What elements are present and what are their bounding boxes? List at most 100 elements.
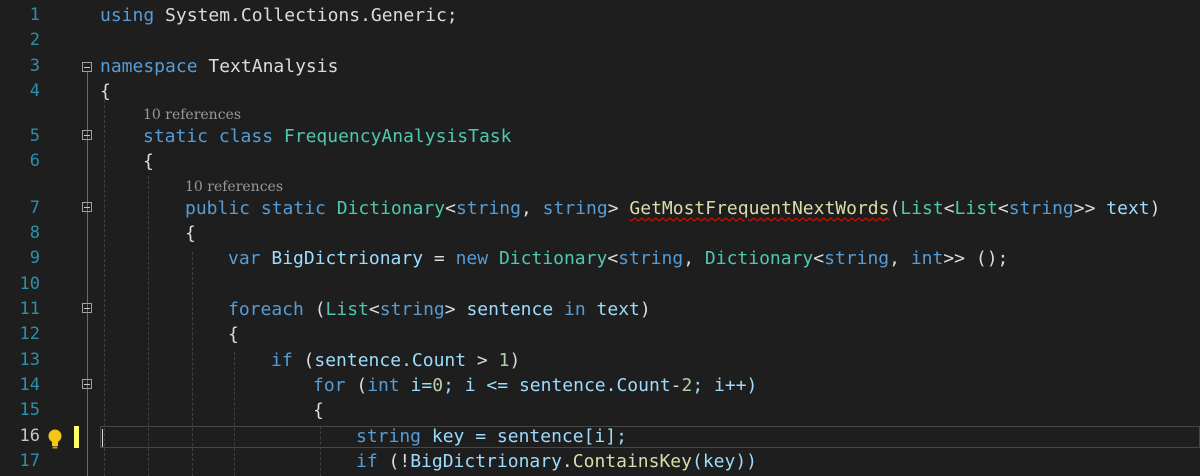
keyword: namespace bbox=[100, 56, 198, 77]
fold-toggle-namespace[interactable] bbox=[82, 62, 92, 72]
parameter: text bbox=[596, 299, 640, 320]
indent-guide bbox=[104, 100, 105, 476]
code-line-7[interactable]: public static Dictionary<string, string>… bbox=[185, 196, 1160, 221]
punct: >> (); bbox=[943, 248, 1009, 269]
line-number: 2 bbox=[29, 30, 40, 50]
parameter: text bbox=[1106, 198, 1150, 219]
keyword: if bbox=[271, 350, 293, 371]
code-line-15[interactable]: { bbox=[313, 398, 324, 423]
code-line-11[interactable]: foreach (List<string> sentence in text) bbox=[228, 297, 651, 322]
brace: { bbox=[313, 400, 324, 421]
punct: = bbox=[433, 248, 456, 269]
code-line-3[interactable]: namespace TextAnalysis bbox=[100, 54, 338, 79]
keyword: class bbox=[208, 126, 284, 147]
code-line-16[interactable]: string key = sentence[i]; bbox=[356, 424, 627, 449]
punct: , bbox=[520, 198, 543, 219]
keyword: foreach bbox=[228, 299, 304, 320]
code-line-13[interactable]: if (sentence.Count > 1) bbox=[271, 348, 520, 373]
lightbulb-icon[interactable] bbox=[44, 428, 66, 450]
local-variable: BigDictrionary bbox=[260, 248, 434, 269]
code-line-1[interactable]: using System.Collections.Generic; bbox=[100, 3, 458, 28]
code-line-17[interactable]: if (!BigDictrionary.ContainsKey(key)) bbox=[356, 449, 757, 474]
punct: > bbox=[466, 350, 499, 371]
type-name: Dictionary bbox=[704, 248, 814, 269]
keyword: string bbox=[1008, 198, 1074, 219]
number: 0 bbox=[432, 375, 444, 396]
namespace-name: TextAnalysis bbox=[197, 56, 339, 77]
punct: , bbox=[889, 248, 911, 269]
punct: , bbox=[683, 248, 705, 269]
line-number: 3 bbox=[29, 56, 40, 76]
change-tracking-marker bbox=[74, 426, 79, 448]
keyword: string bbox=[356, 426, 422, 447]
punct: ( bbox=[303, 299, 326, 320]
local-variable: sentence bbox=[466, 299, 554, 320]
line-number: 7 bbox=[29, 198, 40, 218]
fold-toggle-foreach[interactable] bbox=[82, 303, 92, 313]
line-number: 12 bbox=[19, 324, 40, 344]
keyword: for bbox=[313, 375, 346, 396]
punct: ) bbox=[509, 350, 521, 371]
keyword: string bbox=[379, 299, 445, 320]
code-line-9[interactable]: var BigDictrionary = new Dictionary<stri… bbox=[228, 246, 1008, 271]
keyword: string bbox=[455, 198, 521, 219]
punct: ( bbox=[345, 375, 368, 396]
code-line-5[interactable]: static class FrequencyAnalysisTask bbox=[143, 124, 511, 149]
fold-toggle-class[interactable] bbox=[82, 130, 92, 140]
namespace-ref: System.Collections.Generic; bbox=[165, 5, 458, 26]
brace: { bbox=[143, 151, 154, 172]
keyword: static bbox=[143, 126, 209, 147]
punct: < bbox=[943, 198, 955, 219]
type-name: List bbox=[900, 198, 944, 219]
code-line-12[interactable]: { bbox=[228, 322, 239, 347]
line-number-current: 16 bbox=[19, 426, 40, 446]
punct: ( bbox=[292, 350, 315, 371]
punct: > bbox=[444, 299, 467, 320]
indent-guide bbox=[234, 352, 235, 476]
punct: . bbox=[561, 451, 573, 472]
punct: < bbox=[813, 248, 825, 269]
line-number: 1 bbox=[29, 5, 40, 25]
class-name: FrequencyAnalysisTask bbox=[283, 126, 512, 147]
punct: ) bbox=[639, 299, 651, 320]
argument: (key)) bbox=[691, 451, 758, 472]
keyword: string bbox=[824, 248, 890, 269]
punct: < bbox=[368, 299, 380, 320]
line-number: 6 bbox=[29, 151, 40, 171]
code-line-4[interactable]: { bbox=[100, 79, 111, 104]
number: 1 bbox=[498, 350, 510, 371]
fold-toggle-for[interactable] bbox=[82, 379, 92, 389]
punct: < bbox=[445, 198, 456, 219]
keyword: string bbox=[618, 248, 684, 269]
line-number: 5 bbox=[29, 126, 40, 146]
line-number: 13 bbox=[19, 350, 40, 370]
type-name: List bbox=[325, 299, 369, 320]
keyword: if bbox=[356, 451, 378, 472]
punct: < bbox=[607, 248, 619, 269]
keyword: public bbox=[185, 198, 251, 219]
keyword: int bbox=[910, 248, 944, 269]
number: 2 bbox=[681, 375, 693, 396]
code-editor[interactable]: 1 2 3 4 5 6 7 8 9 10 11 12 13 14 15 16 1… bbox=[0, 0, 1200, 476]
fold-toggle-method[interactable] bbox=[82, 202, 92, 212]
code-line-8[interactable]: { bbox=[185, 221, 196, 246]
code-line-6[interactable]: { bbox=[143, 149, 154, 174]
line-number: 11 bbox=[19, 299, 40, 319]
loop-variable: i= bbox=[399, 375, 433, 396]
line-number: 17 bbox=[19, 451, 40, 471]
brace: { bbox=[228, 324, 239, 345]
member-access: sentence.Count bbox=[314, 350, 467, 371]
punct: < bbox=[997, 198, 1009, 219]
keyword: var bbox=[228, 248, 261, 269]
code-line-14[interactable]: for (int i=0; i <= sentence.Count-2; i++… bbox=[313, 373, 757, 398]
keyword: string bbox=[542, 198, 608, 219]
loop-increment: ; i++) bbox=[692, 375, 758, 396]
method-name-with-error: GetMostFrequentNextWords bbox=[629, 198, 890, 219]
line-number: 8 bbox=[29, 223, 40, 243]
punct: ) bbox=[1149, 198, 1161, 219]
text-cursor bbox=[102, 429, 103, 447]
keyword: new bbox=[455, 248, 489, 269]
line-number: 15 bbox=[19, 400, 40, 420]
statement: key = sentence[i]; bbox=[421, 426, 627, 447]
